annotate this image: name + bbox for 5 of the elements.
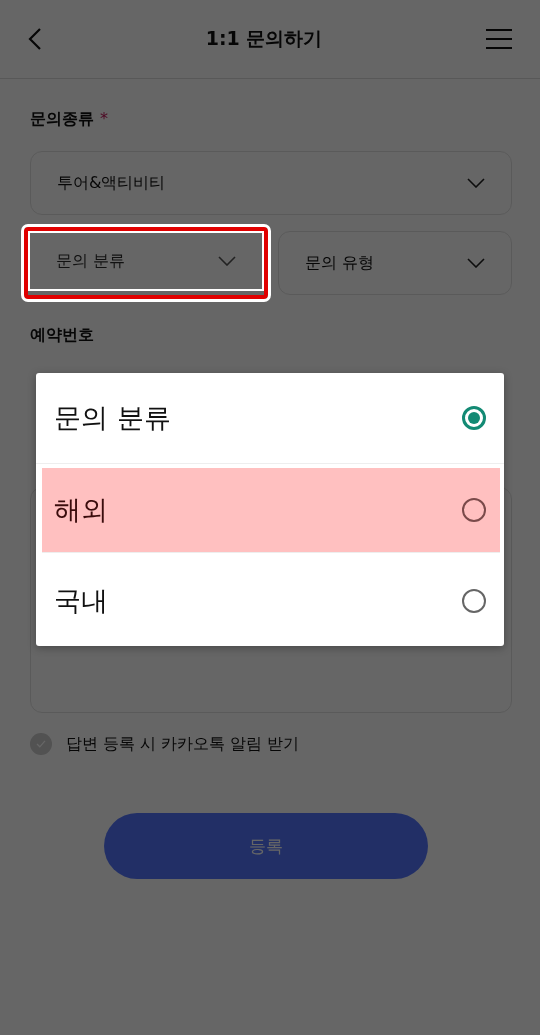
field-label: 예약번호 xyxy=(30,325,95,346)
required-mark: * xyxy=(100,109,108,128)
page-title: 1:1 문의하기 xyxy=(205,26,323,51)
field-label: 문의종류 xyxy=(30,109,94,130)
checkbox-label: 답변 등록 시 카카오톡 알림 받기 xyxy=(66,733,300,755)
